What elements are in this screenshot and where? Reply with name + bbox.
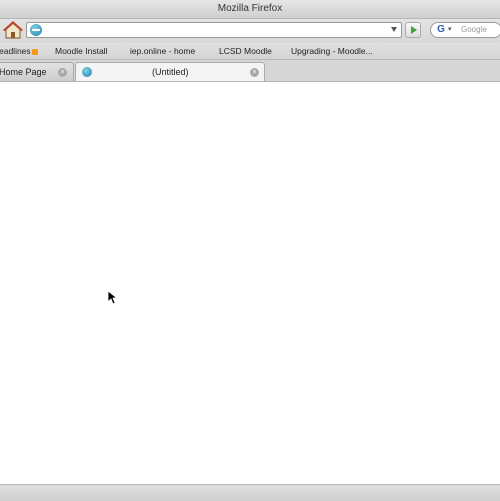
globe-icon: [82, 67, 92, 77]
tab-label: (Untitled): [152, 67, 189, 77]
tab-strip: Home Page × (Untitled) ×: [0, 60, 500, 82]
search-bar[interactable]: G ▾ Google: [430, 22, 500, 38]
bookmark-label: eadlines: [0, 46, 31, 56]
tab-label: Home Page: [0, 67, 47, 77]
bookmark-moodle-install[interactable]: Moodle Install: [55, 43, 107, 59]
bookmark-headlines[interactable]: eadlines: [0, 43, 38, 59]
url-history-dropdown-icon[interactable]: [391, 27, 397, 32]
window-title-bar: Mozilla Firefox: [0, 0, 500, 19]
site-globe-icon: [30, 24, 42, 36]
close-icon[interactable]: ×: [250, 68, 259, 77]
tab-home-page[interactable]: Home Page ×: [0, 62, 74, 81]
search-engine-dropdown-icon[interactable]: ▾: [448, 23, 452, 37]
mouse-pointer-icon: [108, 291, 118, 305]
window-title: Mozilla Firefox: [217, 3, 283, 14]
close-icon[interactable]: ×: [58, 68, 67, 77]
bookmarks-toolbar: eadlines Moodle Install iep.online - hom…: [0, 43, 500, 60]
home-icon[interactable]: [3, 20, 23, 40]
go-arrow-icon[interactable]: [405, 22, 421, 38]
google-engine-icon[interactable]: G: [435, 24, 447, 36]
bookmark-upgrading-moodle[interactable]: Upgrading - Moodle...: [291, 43, 373, 59]
search-placeholder: Google: [461, 25, 487, 34]
navigation-toolbar: G ▾ Google: [0, 19, 500, 43]
bookmark-lcsd-moodle[interactable]: LCSD Moodle: [219, 43, 272, 59]
status-bar: [0, 484, 500, 501]
page-content[interactable]: [0, 82, 500, 484]
url-bar[interactable]: [26, 22, 402, 38]
tab-untitled[interactable]: (Untitled) ×: [75, 62, 265, 81]
rss-icon: [31, 48, 38, 55]
bookmark-iep-online[interactable]: iep.online - home: [130, 43, 195, 59]
